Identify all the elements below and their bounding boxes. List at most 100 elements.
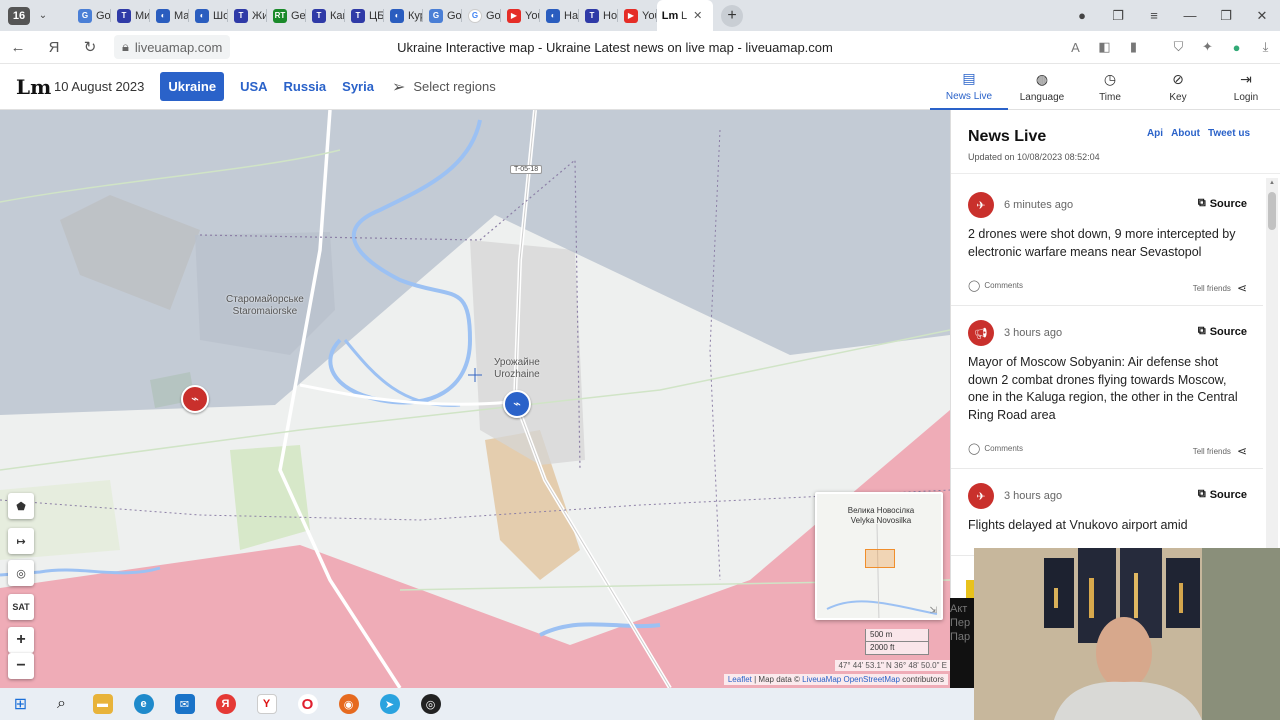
close-window-icon[interactable]: ✕ xyxy=(1244,8,1280,24)
taskbar-explorer[interactable]: ▬ xyxy=(82,688,123,720)
shield-icon[interactable]: ⛉ xyxy=(1164,39,1193,55)
news-item-text[interactable]: Mayor of Moscow Sobyanin: Air defense sh… xyxy=(968,354,1247,424)
tab-favicon-icon: G xyxy=(429,8,443,23)
browser-tab[interactable]: RT Ger xyxy=(267,0,306,31)
source-link[interactable]: ⧉ Source xyxy=(1198,488,1247,501)
menu-login[interactable]: ⇥ Login xyxy=(1212,64,1280,110)
menu-news-live[interactable]: ▤ News Live xyxy=(930,64,1008,110)
collections-icon[interactable]: ❐ xyxy=(1100,8,1136,24)
region-link-ukraine[interactable]: Ukraine xyxy=(160,72,225,101)
news-item-text[interactable]: 2 drones were shot down, 9 more intercep… xyxy=(968,226,1247,261)
liveuamap-logo[interactable]: Lm xyxy=(16,75,51,99)
menu-key[interactable]: ⊘ Key xyxy=(1144,64,1212,110)
zoom-in-button[interactable]: + xyxy=(8,627,34,653)
news-item[interactable]: 📢︎ 3 hours ago ⧉ Source Mayor of Moscow Soby… xyxy=(951,306,1263,469)
region-link-usa[interactable]: USA xyxy=(240,79,267,94)
extensions-icon[interactable]: ✦ xyxy=(1193,39,1222,55)
browser-tab[interactable]: T Ми xyxy=(111,0,150,31)
source-link[interactable]: ⧉ Source xyxy=(1198,325,1247,338)
account-icon[interactable]: ● xyxy=(1222,40,1251,55)
taskbar-opera[interactable]: O xyxy=(287,688,328,720)
news-link-api[interactable]: Api xyxy=(1147,128,1163,139)
yandex-icon[interactable]: Я xyxy=(36,39,72,56)
tab-list-dropdown-icon[interactable]: ⌄ xyxy=(34,7,52,25)
browser-tab[interactable]: T Жи xyxy=(228,0,267,31)
browser-tab[interactable]: G Goo xyxy=(462,0,501,31)
event-marker-blue[interactable]: ⌁ xyxy=(503,390,531,418)
restore-icon[interactable]: ❐ xyxy=(1208,8,1244,24)
taskbar-firefox[interactable]: ◉ xyxy=(328,688,369,720)
browser-tab[interactable]: T ЦБ xyxy=(345,0,384,31)
bookmark-icon[interactable]: ▮ xyxy=(1119,39,1148,55)
browser-tab[interactable]: T Кан xyxy=(306,0,345,31)
news-item[interactable]: ✈ 6 minutes ago ⧉ Source 2 drones were shot … xyxy=(951,178,1263,306)
minimap-toggle-icon[interactable]: ⇲ xyxy=(929,605,937,616)
hide-layer-button[interactable]: ◎ xyxy=(8,560,34,586)
osm-link[interactable]: OpenStreetMap xyxy=(843,675,899,684)
tab-label: Над xyxy=(564,9,579,22)
minimize-icon[interactable]: — xyxy=(1172,8,1208,23)
region-link-russia[interactable]: Russia xyxy=(284,79,327,94)
download-icon[interactable]: ⤓ xyxy=(1251,39,1280,55)
reload-icon[interactable]: ↻ xyxy=(72,38,108,56)
taskbar-obs[interactable]: ◎ xyxy=(410,688,451,720)
login-icon: ⇥ xyxy=(1240,71,1252,87)
liveuamap-link[interactable]: LiveuaMap xyxy=(802,675,841,684)
reader-icon[interactable]: ◧ xyxy=(1090,39,1119,55)
news-item[interactable]: ✈ 3 hours ago ⧉ Source Flights delayed at Vn… xyxy=(951,469,1263,556)
opera-icon: O xyxy=(297,694,318,714)
satellite-button[interactable]: SAT xyxy=(8,594,34,620)
time-icon: ◷ xyxy=(1103,71,1117,87)
measure-button[interactable]: ↦ xyxy=(8,528,34,554)
windows-taskbar: ⊞ ⌕ ▬ e ✉ Я Y O ◉ ➤ ◎ xyxy=(0,688,974,720)
tab-active[interactable]: Lm L ✕ xyxy=(657,0,713,31)
leaflet-link[interactable]: Leaflet xyxy=(728,675,752,684)
scroll-up-icon[interactable]: ▲ xyxy=(1266,180,1278,186)
tab-count-badge[interactable]: 16 xyxy=(8,6,30,25)
browser-tab[interactable]: G Goo xyxy=(72,0,111,31)
region-link-syria[interactable]: Syria xyxy=(342,79,374,94)
browser-tab[interactable]: ▶ You xyxy=(618,0,657,31)
browser-tab[interactable]: T Нов xyxy=(579,0,618,31)
taskbar-edge[interactable]: e xyxy=(123,688,164,720)
tab-favicon-icon: ◐ xyxy=(195,8,209,23)
start-button[interactable]: ⊞ xyxy=(0,688,41,720)
select-regions-button[interactable]: ➢ Select regions xyxy=(392,77,496,97)
menu-icon[interactable]: ≡ xyxy=(1136,8,1172,23)
browser-tab[interactable]: ◐ Ма xyxy=(150,0,189,31)
menu-time[interactable]: ◷ Time xyxy=(1076,64,1144,110)
news-link-about[interactable]: About xyxy=(1171,128,1200,139)
news-item-text[interactable]: Flights delayed at Vnukovo airport amid xyxy=(968,517,1247,535)
close-tab-icon[interactable]: ✕ xyxy=(693,9,702,22)
event-marker-red[interactable]: ⌁ xyxy=(181,385,209,413)
search-button[interactable]: ⌕ xyxy=(41,688,82,720)
browser-tab[interactable]: ◐ Шо xyxy=(189,0,228,31)
zoom-out-button[interactable]: − xyxy=(8,653,34,679)
menu-language[interactable]: ◍ Language xyxy=(1008,64,1076,110)
back-icon[interactable]: ← xyxy=(0,39,36,56)
source-link[interactable]: ⧉ Source xyxy=(1198,197,1247,210)
tell-friends-button[interactable]: Tell friends ⋖ xyxy=(1193,444,1247,458)
browser-tab[interactable]: G Goo xyxy=(423,0,462,31)
taskbar-telegram[interactable]: ➤ xyxy=(369,688,410,720)
taskbar-mail[interactable]: ✉ xyxy=(164,688,205,720)
taskbar-yandex-browser[interactable]: Y xyxy=(246,688,287,720)
comments-button[interactable]: ◯ Comments xyxy=(968,279,1023,292)
navigation-arrow-icon: ➢ xyxy=(391,78,406,96)
browser-tab[interactable]: ◐ Над xyxy=(540,0,579,31)
new-tab-button[interactable]: + xyxy=(721,4,743,27)
browser-tab[interactable]: ▶ You xyxy=(501,0,540,31)
tell-friends-button[interactable]: Tell friends ⋖ xyxy=(1193,281,1247,295)
scroll-thumb[interactable] xyxy=(1268,192,1276,230)
minimap[interactable]: Велика Новосілка Velyka Novosilka ⇲ xyxy=(815,492,943,620)
taskbar-yandex[interactable]: Я xyxy=(205,688,246,720)
browser-tab[interactable]: ◐ Кур xyxy=(384,0,423,31)
minimap-viewport[interactable] xyxy=(865,549,895,568)
profile-icon[interactable]: ● xyxy=(1064,8,1100,23)
url-field[interactable]: 🔒︎ liveuamap.com xyxy=(114,35,231,59)
news-link-tweet-us[interactable]: Tweet us xyxy=(1208,128,1250,139)
draw-polygon-button[interactable]: ⬟ xyxy=(8,493,34,519)
translate-icon[interactable]: A xyxy=(1061,40,1090,55)
comments-button[interactable]: ◯ Comments xyxy=(968,442,1023,455)
map-area[interactable]: Старомайорське Staromaiorske Урожайне Uroz… xyxy=(0,110,950,688)
